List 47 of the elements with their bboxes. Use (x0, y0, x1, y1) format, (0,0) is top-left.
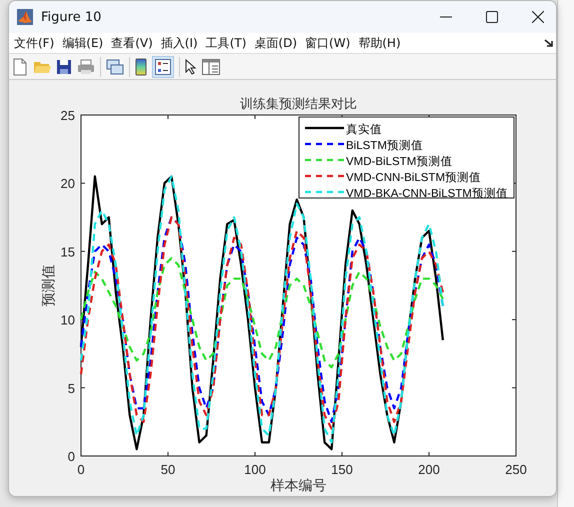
y-tick-label: 15 (60, 244, 75, 260)
maximize-icon[interactable] (486, 11, 498, 23)
x-tick-label: 0 (77, 462, 85, 477)
save-icon[interactable] (56, 58, 72, 74)
menu-item[interactable]: 窗口(W) (304, 34, 352, 52)
legend-label: VMD-BiLSTM预测值 (346, 156, 452, 168)
y-tick-label: 10 (60, 312, 75, 328)
x-axis-label: 样本编号 (270, 478, 326, 494)
menu-item[interactable]: 插入(I) (160, 34, 199, 52)
y-tick-label: 25 (60, 108, 75, 123)
chart-title: 训练集预测结果对比 (240, 97, 357, 112)
legend-icon (155, 58, 171, 74)
close-icon[interactable] (532, 11, 544, 23)
legend-label: VMD-CNN-BiLSTM预测值 (346, 172, 482, 184)
window-title: Figure 10 (41, 10, 102, 24)
pointer-icon[interactable] (185, 58, 197, 74)
property-panel-icon[interactable] (202, 58, 220, 74)
legend-line-sample (305, 190, 344, 194)
menu-item[interactable]: 桌面(D) (253, 34, 298, 52)
menu-item[interactable]: 编辑(E) (61, 34, 104, 52)
menu-item[interactable]: 帮助(H) (357, 34, 402, 52)
menu-item[interactable]: 查看(V) (110, 34, 154, 52)
y-tick-label: 0 (68, 449, 75, 464)
legend-label: VMD-BKA-CNN-BiLSTM预测值 (346, 188, 508, 200)
dock-arrow-icon[interactable] (544, 38, 554, 48)
x-tick-label: 150 (331, 462, 353, 477)
legend-toggle-button[interactable] (152, 56, 174, 78)
link-windows-icon[interactable] (106, 58, 124, 74)
menu-item[interactable]: 文件(F) (13, 34, 56, 52)
legend-line-sample (305, 126, 344, 130)
x-tick-label: 250 (505, 462, 527, 477)
legend-label: BiLSTM预测值 (346, 140, 423, 152)
peak-surface-icon (17, 9, 33, 25)
x-tick-label: 100 (244, 462, 266, 477)
legend-label: 真实值 (346, 124, 382, 136)
x-tick-label: 200 (418, 462, 440, 477)
y-tick-label: 20 (60, 176, 75, 192)
menu-item[interactable]: 工具(T) (204, 34, 248, 52)
y-tick-label: 5 (68, 380, 75, 396)
legend-line-sample (305, 174, 344, 178)
legend-line-sample (305, 158, 344, 162)
colorbar-icon[interactable] (135, 58, 147, 76)
new-file-icon[interactable] (12, 58, 28, 76)
y-axis-label: 预测值 (41, 264, 57, 306)
x-tick-label: 50 (160, 462, 176, 477)
legend-line-sample (305, 142, 344, 146)
printer-icon[interactable] (77, 58, 95, 74)
